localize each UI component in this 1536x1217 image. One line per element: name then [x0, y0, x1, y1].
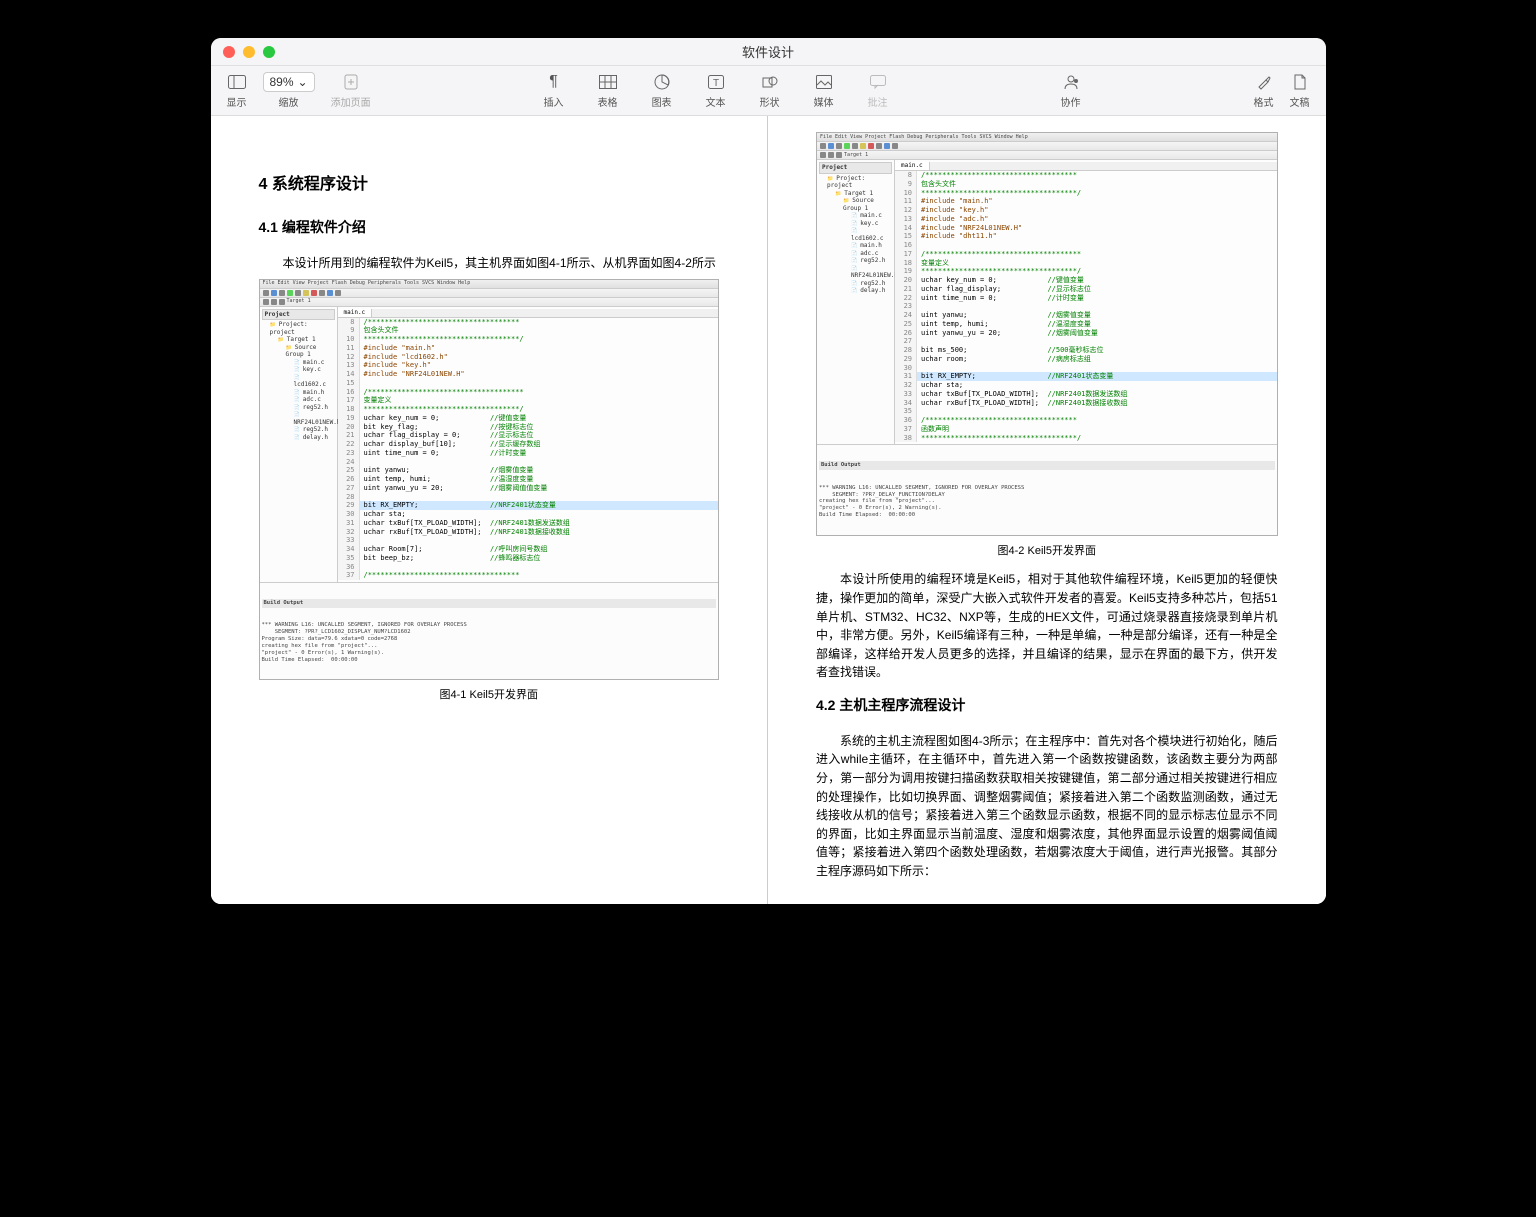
window-title: 软件设计	[742, 42, 794, 61]
sidebar-icon	[227, 72, 247, 92]
ide-project-tree: Project Project: project Target 1 Source…	[260, 307, 338, 583]
zoom-value: 89%	[270, 75, 294, 89]
intro-text: 本设计所用到的编程软件为Keil5，其主机界面如图4-1所示、从机界面如图4-2…	[259, 254, 720, 273]
table-button[interactable]: 表格	[598, 72, 618, 109]
figure-1-caption: 图4-1 Keil5开发界面	[259, 686, 720, 705]
ide-build-output: Build Output *** WARNING L16: UNCALLED S…	[260, 582, 719, 679]
brush-icon	[1254, 72, 1274, 92]
body-text-1: 本设计所使用的编程环境是Keil5，相对于其他软件编程环境，Keil5更加的轻便…	[816, 570, 1278, 682]
figure-2-caption: 图4-2 Keil5开发界面	[816, 542, 1278, 561]
comment-button[interactable]: 批注	[868, 72, 888, 109]
app-window: 软件设计 显示 89% ⌄ 缩放 添加页面 ¶ 插入	[211, 38, 1326, 904]
fullscreen-icon[interactable]	[263, 46, 275, 58]
page-1: 4 系统程序设计 4.1 编程软件介绍 本设计所用到的编程软件为Keil5，其主…	[211, 116, 769, 904]
minimize-icon[interactable]	[243, 46, 255, 58]
heading-2a: 4.1 编程软件介绍	[259, 216, 720, 240]
chart-button[interactable]: 图表	[652, 72, 672, 109]
plus-page-icon	[341, 72, 361, 92]
table-icon	[598, 72, 618, 92]
document-icon	[1290, 72, 1310, 92]
ide-build-output: Build Output *** WARNING L16: UNCALLED S…	[817, 444, 1277, 535]
media-button[interactable]: 媒体	[814, 72, 834, 109]
ide-menu-bar: File Edit View Project Flash Debug Perip…	[260, 280, 719, 289]
ide-build-bar: Target 1	[817, 151, 1277, 160]
titlebar: 软件设计	[211, 38, 1326, 66]
paragraph-icon: ¶	[544, 72, 564, 92]
heading-2b: 4.2 主机主程序流程设计	[816, 694, 1278, 718]
toolbar: 显示 89% ⌄ 缩放 添加页面 ¶ 插入 表格	[211, 66, 1326, 116]
chevron-down-icon: ⌄	[298, 75, 308, 89]
body-text-2: 系统的主机主流程图如图4-3所示；在主程序中：首先对各个模块进行初始化，随后进入…	[816, 732, 1278, 881]
ide-icon-bar	[260, 289, 719, 298]
collaborate-icon	[1061, 72, 1081, 92]
ide-project-tree: Project Project: project Target 1 Source…	[817, 160, 895, 444]
add-page-button[interactable]: 添加页面	[331, 72, 371, 109]
ide-code-editor: main.c 8/*******************************…	[338, 307, 719, 583]
svg-text:T: T	[713, 78, 719, 89]
close-icon[interactable]	[223, 46, 235, 58]
traffic-lights	[223, 46, 275, 58]
text-icon: T	[706, 72, 726, 92]
chart-icon	[652, 72, 672, 92]
media-icon	[814, 72, 834, 92]
collaborate-button[interactable]: 协作	[1061, 72, 1081, 109]
figure-4-1: File Edit View Project Flash Debug Perip…	[259, 279, 720, 681]
document-button[interactable]: 文稿	[1290, 72, 1310, 109]
ide-icon-bar	[817, 142, 1277, 151]
figure-4-2: File Edit View Project Flash Debug Perip…	[816, 132, 1278, 536]
format-button[interactable]: 格式	[1254, 72, 1274, 109]
comment-icon	[868, 72, 888, 92]
ide-build-bar: Target 1	[260, 298, 719, 307]
ide-code-editor: main.c 8/*******************************…	[895, 160, 1277, 444]
document-area[interactable]: 4 系统程序设计 4.1 编程软件介绍 本设计所用到的编程软件为Keil5，其主…	[211, 116, 1326, 904]
shape-button[interactable]: 形状	[760, 72, 780, 109]
ide-menu-bar: File Edit View Project Flash Debug Perip…	[817, 133, 1277, 142]
page-2: File Edit View Project Flash Debug Perip…	[768, 116, 1326, 904]
heading-1: 4 系统程序设计	[259, 171, 720, 198]
view-button[interactable]: 显示	[227, 72, 247, 109]
text-button[interactable]: T 文本	[706, 72, 726, 109]
insert-button[interactable]: ¶ 插入	[544, 72, 564, 109]
zoom-control[interactable]: 89% ⌄ 缩放	[263, 72, 315, 109]
shape-icon	[760, 72, 780, 92]
